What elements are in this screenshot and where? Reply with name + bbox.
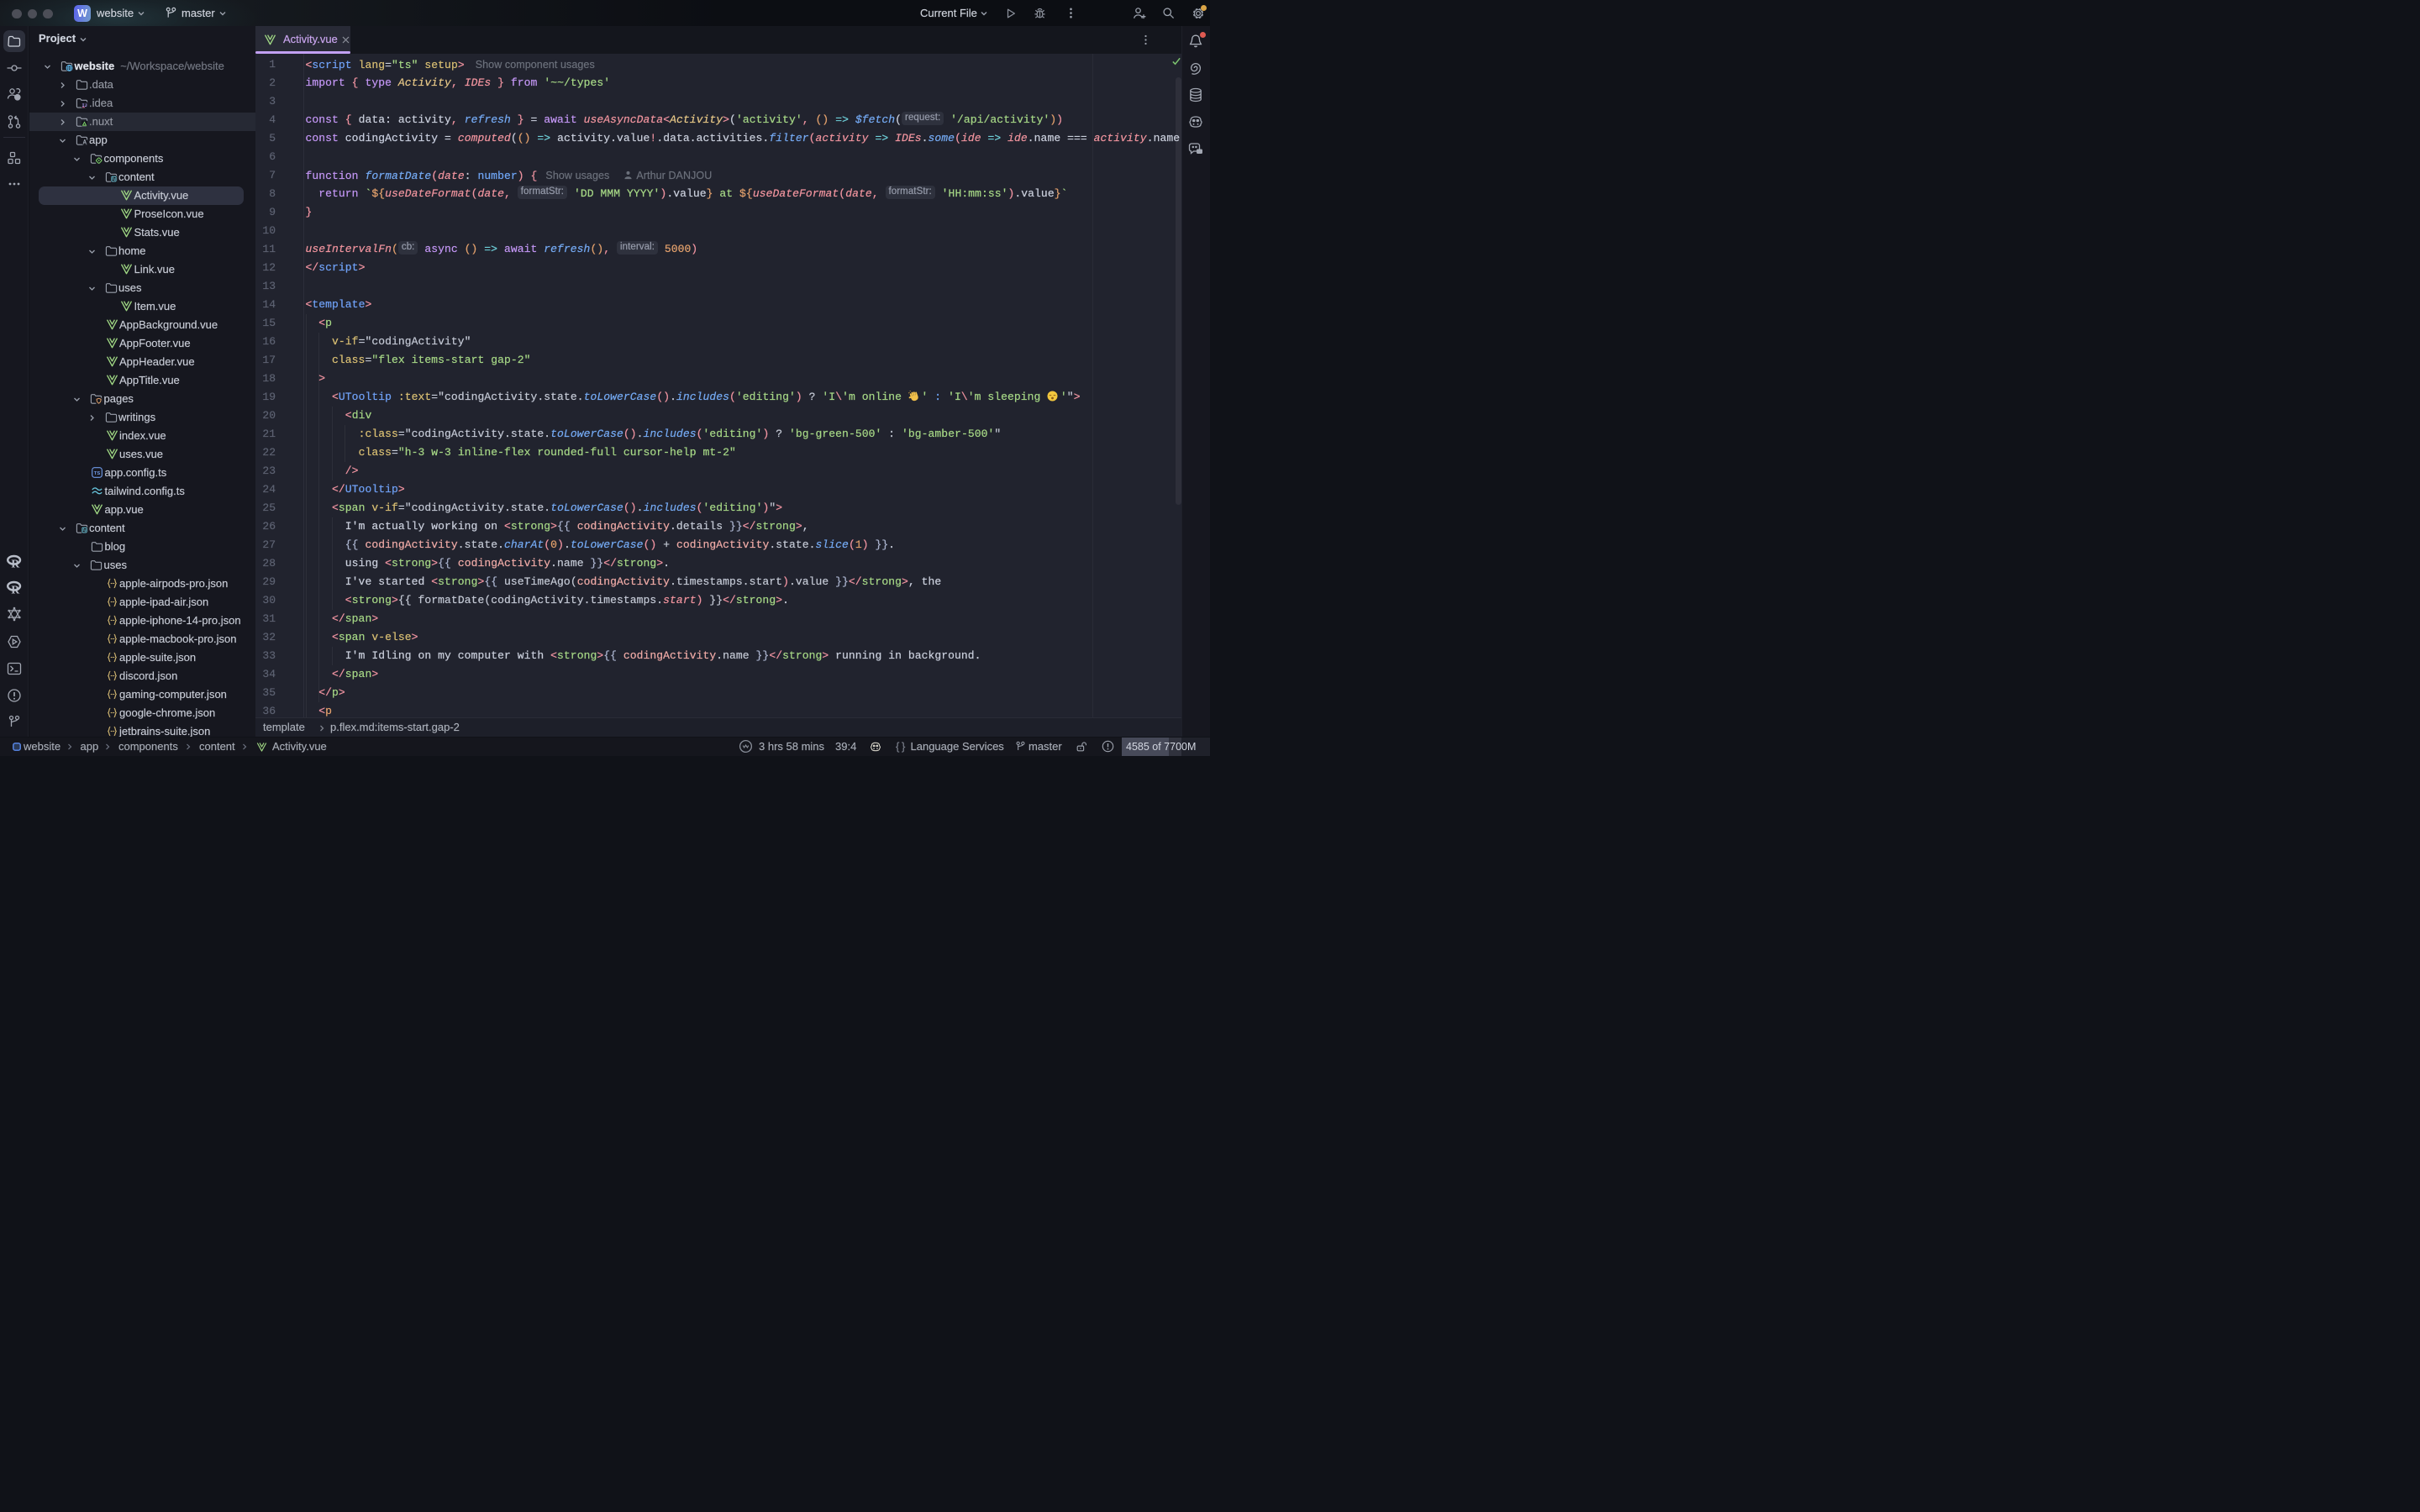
- svg-text:R: R: [11, 557, 19, 570]
- svg-text:R: R: [11, 583, 19, 596]
- svg-text:?: ?: [16, 95, 19, 101]
- svg-text:TS: TS: [94, 471, 101, 476]
